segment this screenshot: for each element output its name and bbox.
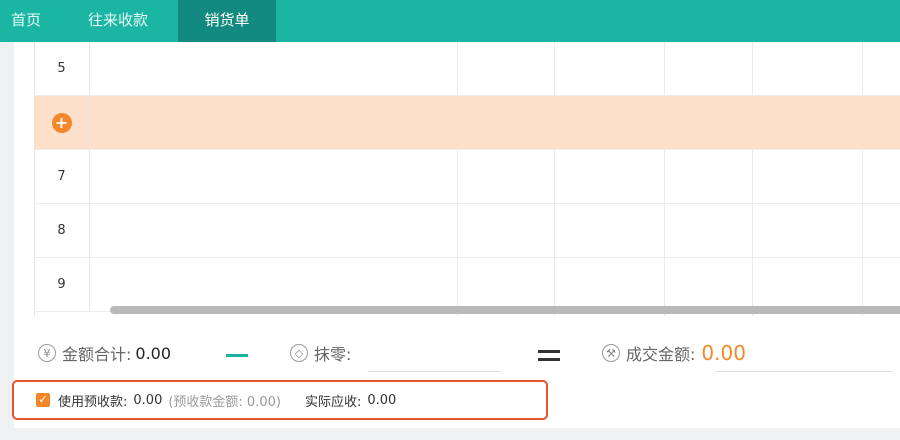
yen-icon: ¥ <box>38 344 56 362</box>
deal-amount-group: ⚒ 成交金额: 0.00 <box>602 338 746 368</box>
row-index: 7 <box>34 150 90 203</box>
row-index: 5 <box>34 42 90 95</box>
table-row[interactable]: 5 <box>34 42 900 96</box>
use-prepayment-checkbox[interactable]: ✓ <box>36 393 50 407</box>
horizontal-scrollbar[interactable] <box>110 306 900 314</box>
tag-icon: ◇ <box>290 344 308 362</box>
rounding-input[interactable] <box>369 371 501 372</box>
actual-receivable-value: 0.00 <box>367 392 397 408</box>
deal-amount-underline <box>716 371 892 372</box>
deal-amount-value[interactable]: 0.00 <box>701 341 746 365</box>
items-grid: 5 + 7 8 9 <box>34 42 900 316</box>
add-row-icon[interactable]: + <box>51 112 72 133</box>
prepayment-label: 使用预收款: <box>58 394 128 410</box>
rounding-group: ◇ 抹零: <box>290 338 351 368</box>
prepayment-balance-note: (预收款金额: 0.00) <box>168 394 281 410</box>
table-row-selected[interactable]: + <box>34 96 900 150</box>
row-index: 8 <box>34 204 90 257</box>
rounding-label: 抹零: <box>314 345 352 364</box>
table-row[interactable]: 7 <box>34 150 900 204</box>
equals-sign <box>538 350 560 366</box>
tab-receivables[interactable]: 往来收款 <box>66 0 170 42</box>
sales-order-panel: 5 + 7 8 9 ¥ 金额合计: 0.00 ◇ 抹零: ⚒ 成交金额: 0.0… <box>14 42 900 428</box>
row-index: + <box>34 96 90 149</box>
top-nav: 首页 往来收款 销货单 <box>0 0 900 42</box>
tab-sales-order[interactable]: 销货单 <box>178 0 276 42</box>
row-index: 9 <box>34 258 90 311</box>
table-row[interactable]: 9 <box>34 258 900 312</box>
tab-home[interactable]: 首页 <box>0 0 52 42</box>
table-row[interactable]: 8 <box>34 204 900 258</box>
prepayment-value: 0.00 <box>133 392 163 408</box>
minus-sign <box>226 354 248 357</box>
prepayment-highlight-box: ✓ 使用预收款: 0.00 (预收款金额: 0.00) 实际应收: 0.00 <box>12 380 548 420</box>
total-amount-group: ¥ 金额合计: 0.00 <box>38 338 171 368</box>
hammer-icon: ⚒ <box>602 344 620 362</box>
total-amount-value: 0.00 <box>135 343 172 363</box>
actual-receivable-label: 实际应收: <box>304 394 362 410</box>
deal-amount-label: 成交金额: <box>626 345 696 364</box>
total-amount-label: 金额合计: <box>62 345 132 364</box>
